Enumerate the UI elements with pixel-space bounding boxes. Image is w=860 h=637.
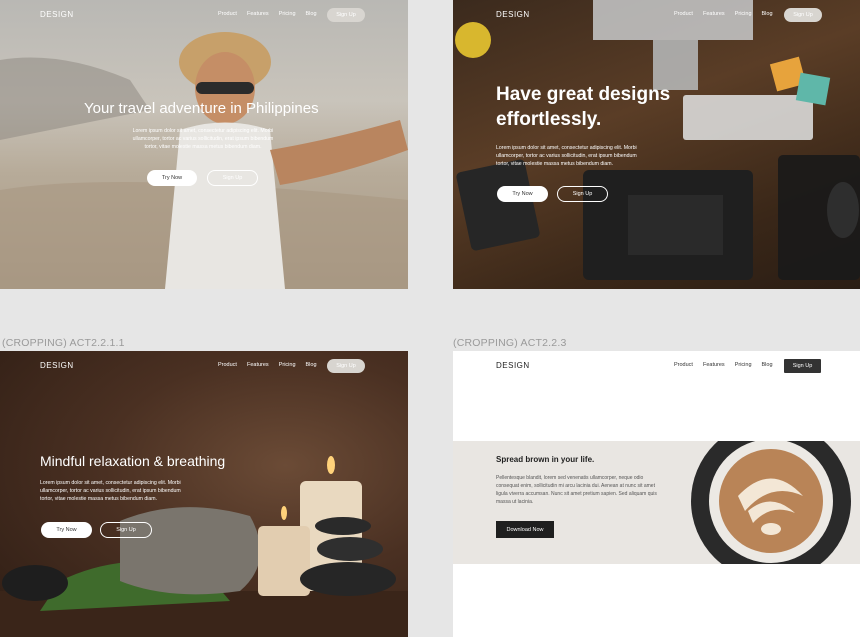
logo[interactable]: DESIGN [40,10,74,19]
hero-title: Have great designs effortlessly. [496,82,670,132]
panel4-caption: (CROPPING) ACT2.2.3 [453,337,567,349]
nav-links: Product Features Pricing Blog [674,362,773,368]
nav-features[interactable]: Features [703,11,725,17]
try-now-button[interactable]: Try Now [147,170,197,186]
coffee-navbar: DESIGN Product Features Pricing Blog Sig… [453,351,860,381]
nav-signup-button[interactable]: Sign Up [784,8,822,22]
nav-signup-button[interactable]: Sign Up [784,359,821,373]
panel-travel: DESIGN Product Features Pricing Blog Sig… [0,0,408,289]
nav-blog[interactable]: Blog [762,11,773,17]
nav-links: Product Features Pricing Blog [674,11,773,17]
try-now-button[interactable]: Try Now [497,186,548,202]
nav-links: Product Features Pricing Blog [218,362,317,368]
nav-pricing[interactable]: Pricing [279,11,296,17]
hero-title: Mindful relaxation & breathing [40,453,226,469]
design-navbar: DESIGN Product Features Pricing Blog Sig… [453,0,860,30]
hero-body: Lorem ipsum dolor sit amet, consectetur … [496,145,637,167]
sign-up-button[interactable]: Sign Up [207,170,258,186]
hero-body: Lorem ipsum dolor sit amet, consectetur … [132,128,274,150]
download-now-button[interactable]: Download Now [496,521,554,538]
nav-features[interactable]: Features [247,11,269,17]
try-now-button[interactable]: Try Now [41,522,92,538]
sign-up-button[interactable]: Sign Up [100,522,152,538]
nav-blog[interactable]: Blog [762,362,773,368]
panel-design: DESIGN Product Features Pricing Blog Sig… [453,0,860,289]
nav-blog[interactable]: Blog [306,11,317,17]
panel-relaxation: DESIGN Product Features Pricing Blog Sig… [0,351,408,637]
panel3-caption: (CROPPING) ACT2.2.1.1 [2,337,125,349]
logo[interactable]: DESIGN [40,361,74,370]
nav-links: Product Features Pricing Blog [218,11,317,17]
logo[interactable]: DESIGN [496,361,530,370]
nav-pricing[interactable]: Pricing [735,11,752,17]
nav-signup-button[interactable]: Sign Up [327,8,365,22]
nav-product[interactable]: Product [674,11,693,17]
logo[interactable]: DESIGN [496,10,530,19]
nav-features[interactable]: Features [247,362,269,368]
nav-features[interactable]: Features [703,362,725,368]
nav-product[interactable]: Product [218,11,237,17]
nav-blog[interactable]: Blog [306,362,317,368]
hero-title-line1: Have great designs [496,84,671,105]
nav-product[interactable]: Product [674,362,693,368]
nav-product[interactable]: Product [218,362,237,368]
nav-signup-button[interactable]: Sign Up [327,359,365,373]
hero-body: Lorem ipsum dolor sit amet, consectetur … [40,480,181,502]
hero-title-line2: effortlessly. [496,109,602,130]
nav-pricing[interactable]: Pricing [735,362,752,368]
coffee-body: Pellentesque blandit, lorem sed venenati… [496,475,657,505]
travel-navbar: DESIGN Product Features Pricing Blog Sig… [0,0,408,30]
coffee-band: Spread brown in your life. Pellentesque … [453,441,860,564]
panel-coffee: DESIGN Product Features Pricing Blog Sig… [453,351,860,637]
sign-up-button[interactable]: Sign Up [557,186,608,202]
coffee-title: Spread brown in your life. [496,455,595,464]
spa-navbar: DESIGN Product Features Pricing Blog Sig… [0,351,408,381]
nav-pricing[interactable]: Pricing [279,362,296,368]
hero-title: Your travel adventure in Philippines [84,100,319,117]
